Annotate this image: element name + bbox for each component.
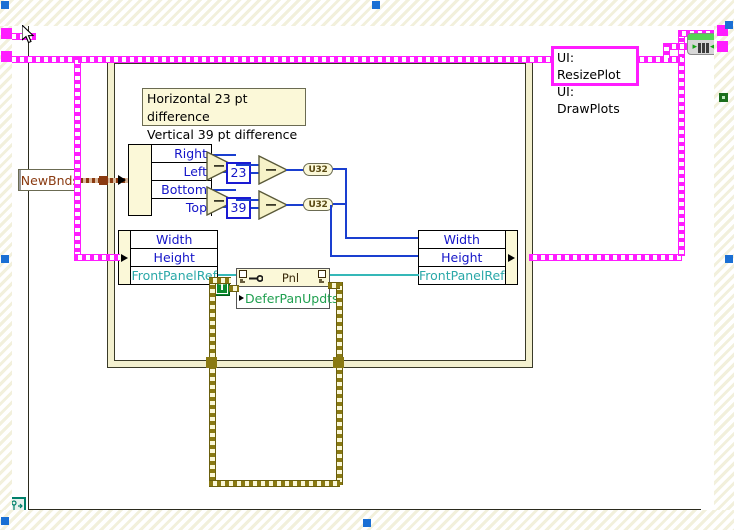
ui-events-label[interactable]: UI: ResizePlot UI: DrawPlots (551, 46, 639, 116)
bundle-left-arrow-icon (121, 253, 129, 262)
bundle-right-item-frontpanelref[interactable]: FrontPanelRef (419, 267, 505, 284)
bundle-left-tab (119, 231, 132, 284)
selection-handle-top-left[interactable] (1, 1, 9, 9)
unbundle-item-right[interactable]: Right (152, 145, 211, 163)
bundle-left-item-frontpanelref[interactable]: FrontPanelRef (131, 267, 217, 284)
ui-label-line-1: UI: ResizePlot (557, 50, 621, 82)
property-node-reference-label: Pnl (281, 270, 300, 285)
unbundle-input-arrow-icon (118, 175, 126, 185)
wire-junction-boolean-right[interactable] (333, 357, 344, 368)
coercion-node-u32-width[interactable]: U32 (303, 163, 333, 176)
wire-refnum-label-stub[interactable] (636, 56, 682, 63)
wire-refnum-left-to-bundle[interactable] (74, 254, 120, 261)
unbundle-by-name-node[interactable]: Right Left Bottom Top (128, 144, 212, 216)
bundle-right-item-width[interactable]: Width (419, 231, 505, 249)
reference-doc-icon-left (239, 268, 248, 287)
unbundle-input-tab (129, 145, 152, 215)
wire-height-h1[interactable] (333, 203, 347, 205)
wire-refnum-left-vertical[interactable] (74, 56, 81, 258)
bundle-right-item-height[interactable]: Height (419, 249, 505, 267)
newbnds-label: NewBnds (20, 172, 79, 188)
property-name-label: DeferPanUpdts (245, 290, 339, 306)
wire-boolean-bottom[interactable] (209, 480, 340, 487)
wire-junction-boolean-left[interactable] (206, 357, 217, 368)
tunnel-refnum-left-top[interactable] (1, 28, 12, 39)
queue-arrow-in-icon: ▸ (692, 42, 697, 52)
wire-boolean-top-left[interactable] (209, 277, 231, 284)
structure-border-left (0, 26, 12, 518)
selection-handle-bottom-center[interactable] (363, 519, 371, 527)
selection-handle-top-right[interactable] (725, 21, 733, 29)
wire-sub2-to-u32a[interactable] (286, 169, 304, 171)
unbundle-item-left[interactable]: Left (152, 163, 211, 181)
wire-height-mid-v[interactable] (330, 205, 332, 255)
wire-refnum-right-vertical[interactable] (678, 30, 685, 256)
wire-junction-cluster[interactable] (99, 176, 108, 185)
wire-frontpanelref-right[interactable] (329, 274, 419, 276)
wire-boolean-true-to-property[interactable] (229, 285, 239, 292)
property-row-deferpanupdts[interactable]: DeferPanUpdts (237, 287, 339, 309)
unbundle-item-top[interactable]: Top (152, 199, 211, 216)
unbundle-item-bottom[interactable]: Bottom (152, 181, 211, 199)
wire-refnum-bundle-out[interactable] (529, 254, 682, 261)
wire-boolean-right-vertical[interactable] (336, 282, 343, 485)
comment-box[interactable]: Horizontal 23 pt difference Vertical 39 … (142, 88, 306, 142)
selection-handle-left-mid[interactable] (1, 255, 9, 263)
selection-handle-right-mid[interactable] (725, 255, 733, 263)
comment-line-2: Vertical 39 pt difference (147, 127, 298, 142)
wire-boolean-top-right[interactable] (328, 282, 340, 289)
wire-sub3-to-sub4[interactable] (236, 199, 260, 201)
unbundle-by-name-pane-size[interactable]: Width Height FrontPanelRef (118, 230, 218, 285)
selection-handle-title[interactable] (372, 1, 380, 9)
structure-resize-mark-right[interactable] (719, 93, 728, 102)
bundle-right-tab (504, 231, 517, 284)
wire-refnum-label-stub-v[interactable] (663, 43, 670, 58)
event-data-node-newbnds[interactable]: NewBnds (18, 169, 80, 191)
reference-doc-icon-right (318, 268, 327, 287)
wire-height-h2[interactable] (330, 255, 418, 257)
bundle-by-name-pane-size[interactable]: Width Height FrontPanelRef (418, 230, 518, 285)
property-node-panel[interactable]: Pnl DeferPanUpdts (236, 268, 339, 309)
wire-sub1-to-sub2[interactable] (236, 164, 260, 166)
subtract-node-width[interactable] (258, 155, 289, 185)
coercion-node-u32-height[interactable]: U32 (303, 198, 333, 211)
tunnel-refnum-left-bottom[interactable] (1, 51, 12, 62)
ui-label-line-2: UI: DrawPlots (557, 84, 620, 116)
subtract-node-height[interactable] (258, 190, 289, 220)
wire-boolean-left-vertical[interactable] (209, 277, 216, 485)
bundle-left-item-width[interactable]: Width (131, 231, 217, 249)
property-node-header: Pnl (237, 269, 329, 287)
bundle-left-item-height[interactable]: Height (131, 249, 217, 267)
wire-frontpanelref-left[interactable] (218, 274, 238, 276)
mouse-cursor-icon (21, 23, 36, 49)
selection-handle-bottom-left[interactable] (1, 517, 9, 525)
property-input-arrow-icon (239, 295, 244, 301)
comment-line-1: Horizontal 23 pt difference (147, 91, 248, 124)
tunnel-refnum-bottom[interactable] (717, 41, 728, 52)
wrench-icon (248, 268, 264, 287)
structure-border-top (0, 0, 734, 26)
wire-width-h2[interactable] (345, 237, 418, 239)
bundle-right-arrow-icon (507, 253, 515, 262)
wire-sub4-to-u32b[interactable] (286, 204, 304, 206)
